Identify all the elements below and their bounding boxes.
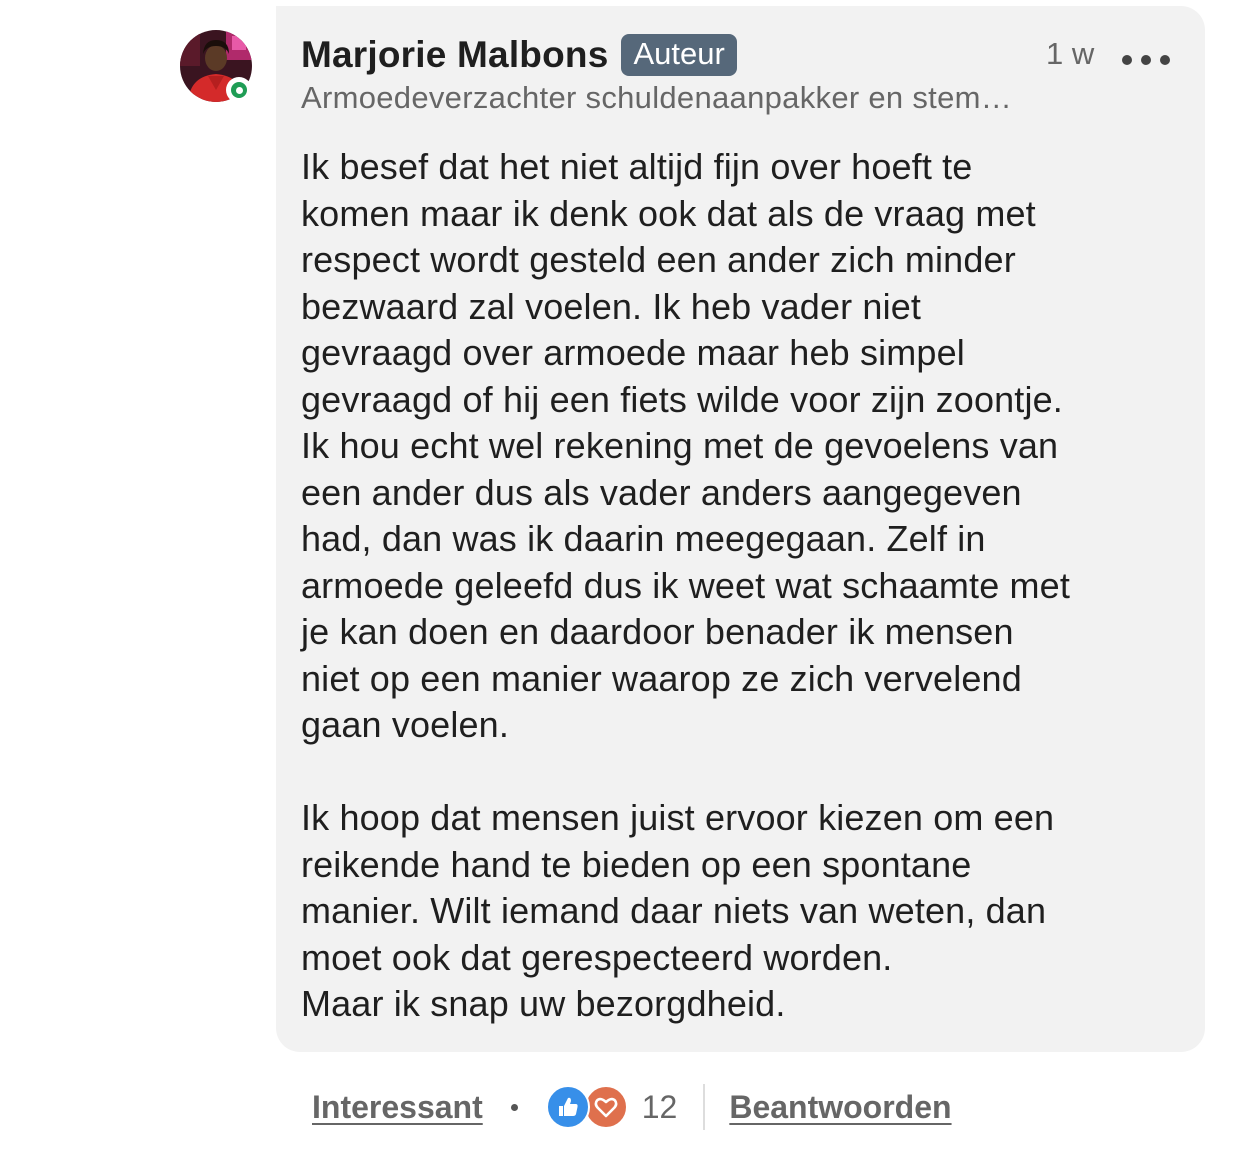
comment-paragraph: Ik besef dat het niet altijd fijn over h… (301, 146, 1070, 745)
love-icon (583, 1085, 628, 1129)
comment-body: Ik besef dat het niet altijd fijn over h… (301, 144, 1191, 1028)
comment-page: Marjorie Malbons Auteur 1 w Armoedeverza… (0, 0, 1240, 1164)
reaction-count: 12 (641, 1088, 678, 1125)
comment-header: Marjorie Malbons Auteur (301, 30, 737, 80)
comment-paragraph: Ik hoop dat mensen juist ervoor kiezen o… (301, 797, 1055, 1024)
comment-timestamp: 1 w (1046, 36, 1095, 71)
more-dot-icon (1141, 55, 1151, 65)
author-name[interactable]: Marjorie Malbons (301, 34, 608, 76)
online-status-icon (226, 77, 252, 103)
like-icon (545, 1085, 590, 1129)
separator-dot (510, 1103, 518, 1111)
more-dot-icon (1160, 55, 1170, 65)
reply-button[interactable]: Beantwoorden (729, 1089, 951, 1126)
react-button[interactable]: Interessant (312, 1089, 483, 1126)
author-badge: Auteur (621, 34, 737, 76)
more-options-button[interactable] (1122, 46, 1170, 74)
author-headline: Armoedeverzachter schuldenaanpakker en s… (301, 80, 1013, 115)
more-dot-icon (1122, 55, 1132, 65)
reactions-summary[interactable]: 12 (545, 1085, 678, 1129)
actions-divider (703, 1084, 706, 1130)
comment-actions: Interessant 12 Beantwoorden (312, 1080, 952, 1134)
